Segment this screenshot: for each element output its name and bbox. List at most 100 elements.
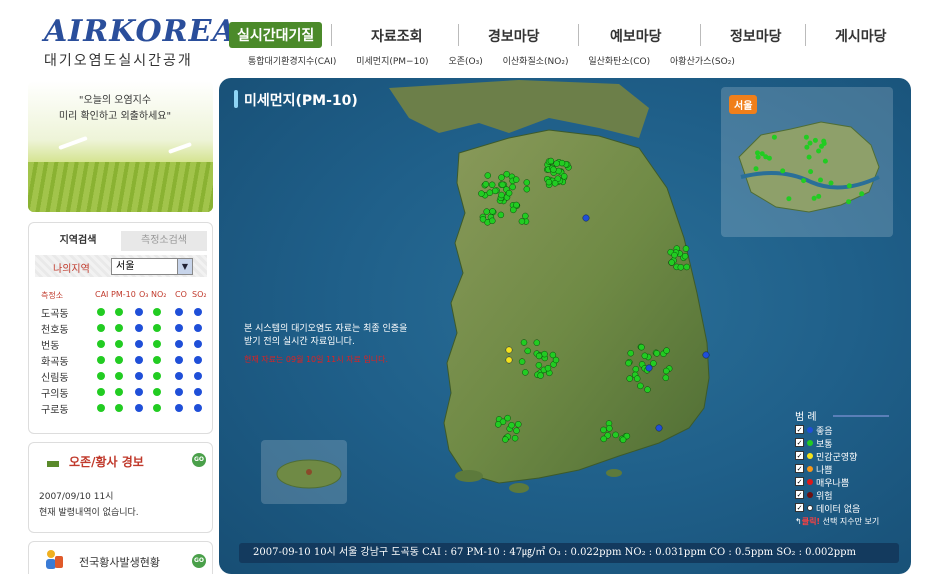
station-marker[interactable]: [828, 180, 834, 186]
station-marker[interactable]: [600, 426, 607, 434]
station-marker[interactable]: [816, 193, 822, 199]
station-marker[interactable]: [491, 187, 499, 195]
station-name[interactable]: 구의동: [41, 385, 69, 400]
station-marker[interactable]: [560, 173, 568, 180]
legend-item[interactable]: ✓ 나쁨: [795, 463, 911, 476]
station-marker[interactable]: [509, 183, 516, 191]
station-marker[interactable]: [513, 427, 520, 434]
chevron-down-icon[interactable]: ▼: [177, 259, 192, 274]
station-marker[interactable]: [499, 181, 506, 189]
station-marker[interactable]: [645, 364, 653, 372]
station-marker[interactable]: [537, 372, 544, 379]
station-marker[interactable]: [626, 375, 633, 382]
station-marker[interactable]: [483, 208, 490, 215]
station-marker[interactable]: [524, 347, 531, 355]
station-marker[interactable]: [859, 191, 865, 197]
station-marker[interactable]: [479, 216, 487, 223]
station-marker[interactable]: [806, 154, 812, 160]
station-marker[interactable]: [511, 434, 519, 442]
submenu-so2[interactable]: 아황산가스(SO₂): [670, 57, 735, 67]
station-marker[interactable]: [759, 151, 765, 157]
station-row[interactable]: 천호동: [39, 320, 211, 336]
station-marker[interactable]: [637, 382, 644, 390]
station-marker[interactable]: [502, 436, 509, 443]
station-marker[interactable]: [655, 424, 663, 432]
station-marker[interactable]: [512, 176, 520, 183]
station-marker[interactable]: [505, 189, 513, 197]
station-marker[interactable]: [619, 436, 627, 444]
station-marker[interactable]: [821, 138, 827, 144]
station-name[interactable]: 신림동: [41, 369, 69, 384]
station-marker[interactable]: [489, 217, 496, 225]
station-marker[interactable]: [553, 160, 560, 167]
station-marker[interactable]: [786, 196, 792, 202]
station-marker[interactable]: [489, 208, 496, 215]
station-marker[interactable]: [523, 179, 531, 186]
checkbox-icon[interactable]: ✓: [795, 503, 804, 512]
menu-forecast[interactable]: 예보마당: [610, 26, 662, 46]
station-marker[interactable]: [494, 421, 502, 428]
station-marker[interactable]: [552, 356, 560, 364]
airkorea-logo[interactable]: AIRKOREA 대기오염도실시간공개: [44, 16, 236, 70]
station-marker[interactable]: [535, 362, 543, 369]
menu-alert[interactable]: 경보마당: [488, 26, 540, 46]
checkbox-icon[interactable]: ✓: [795, 464, 804, 473]
station-marker[interactable]: [515, 421, 522, 428]
station-marker[interactable]: [755, 150, 760, 156]
station-row[interactable]: 구로동: [39, 400, 211, 416]
tab-region-search[interactable]: 지역검색: [35, 231, 121, 251]
station-marker[interactable]: [522, 212, 529, 220]
station-marker[interactable]: [846, 183, 852, 189]
station-marker[interactable]: [812, 137, 818, 143]
legend-item[interactable]: ✓ 민감군영향: [795, 450, 911, 463]
station-marker[interactable]: [627, 349, 634, 357]
go-icon[interactable]: GO: [192, 554, 206, 568]
legend-item[interactable]: ✓ 보통: [795, 437, 911, 450]
station-marker[interactable]: [505, 356, 513, 364]
station-marker[interactable]: [498, 174, 505, 181]
station-marker[interactable]: [533, 339, 541, 346]
menu-board[interactable]: 게시마당: [835, 26, 887, 46]
station-name[interactable]: 번동: [41, 337, 59, 352]
station-marker[interactable]: [544, 364, 552, 372]
station-marker[interactable]: [600, 435, 607, 443]
station-marker[interactable]: [771, 134, 777, 140]
station-row[interactable]: 화곡동: [39, 352, 211, 368]
submenu-co[interactable]: 일산화탄소(CO): [588, 57, 650, 67]
submenu-no2[interactable]: 이산화질소(NO₂): [503, 57, 569, 67]
station-marker[interactable]: [522, 369, 529, 376]
legend-item[interactable]: ✓ 매우나쁨: [795, 476, 911, 489]
seoul-inset-map[interactable]: 서울: [721, 87, 893, 237]
station-marker[interactable]: [482, 180, 490, 188]
station-marker[interactable]: [702, 351, 710, 359]
station-marker[interactable]: [520, 339, 528, 346]
submenu-o3[interactable]: 오존(O₃): [448, 57, 482, 67]
station-marker[interactable]: [486, 189, 494, 196]
station-marker[interactable]: [662, 374, 670, 382]
region-dropdown[interactable]: 서울 ▼: [111, 258, 193, 275]
station-marker[interactable]: [818, 177, 823, 183]
station-marker[interactable]: [803, 134, 809, 140]
station-marker[interactable]: [632, 365, 640, 373]
station-marker[interactable]: [612, 431, 619, 439]
menu-info[interactable]: 정보마당: [730, 26, 782, 46]
station-marker[interactable]: [807, 140, 813, 146]
checkbox-icon[interactable]: ✓: [795, 451, 804, 460]
station-row[interactable]: 신림동: [39, 368, 211, 384]
station-marker[interactable]: [633, 375, 641, 382]
station-marker[interactable]: [505, 346, 513, 354]
station-marker[interactable]: [550, 166, 557, 173]
station-marker[interactable]: [545, 178, 553, 186]
checkbox-icon[interactable]: ✓: [795, 477, 804, 486]
station-marker[interactable]: [541, 350, 548, 358]
station-marker[interactable]: [606, 425, 613, 432]
station-marker[interactable]: [551, 180, 559, 187]
station-name[interactable]: 천호동: [41, 321, 69, 336]
station-marker[interactable]: [484, 172, 492, 179]
checkbox-icon[interactable]: ✓: [795, 425, 804, 434]
station-marker[interactable]: [497, 211, 505, 219]
station-marker[interactable]: [582, 214, 590, 222]
station-marker[interactable]: [641, 352, 649, 360]
yellow-dust-title[interactable]: 전국황사발생현황: [79, 554, 160, 570]
station-marker[interactable]: [508, 421, 515, 429]
